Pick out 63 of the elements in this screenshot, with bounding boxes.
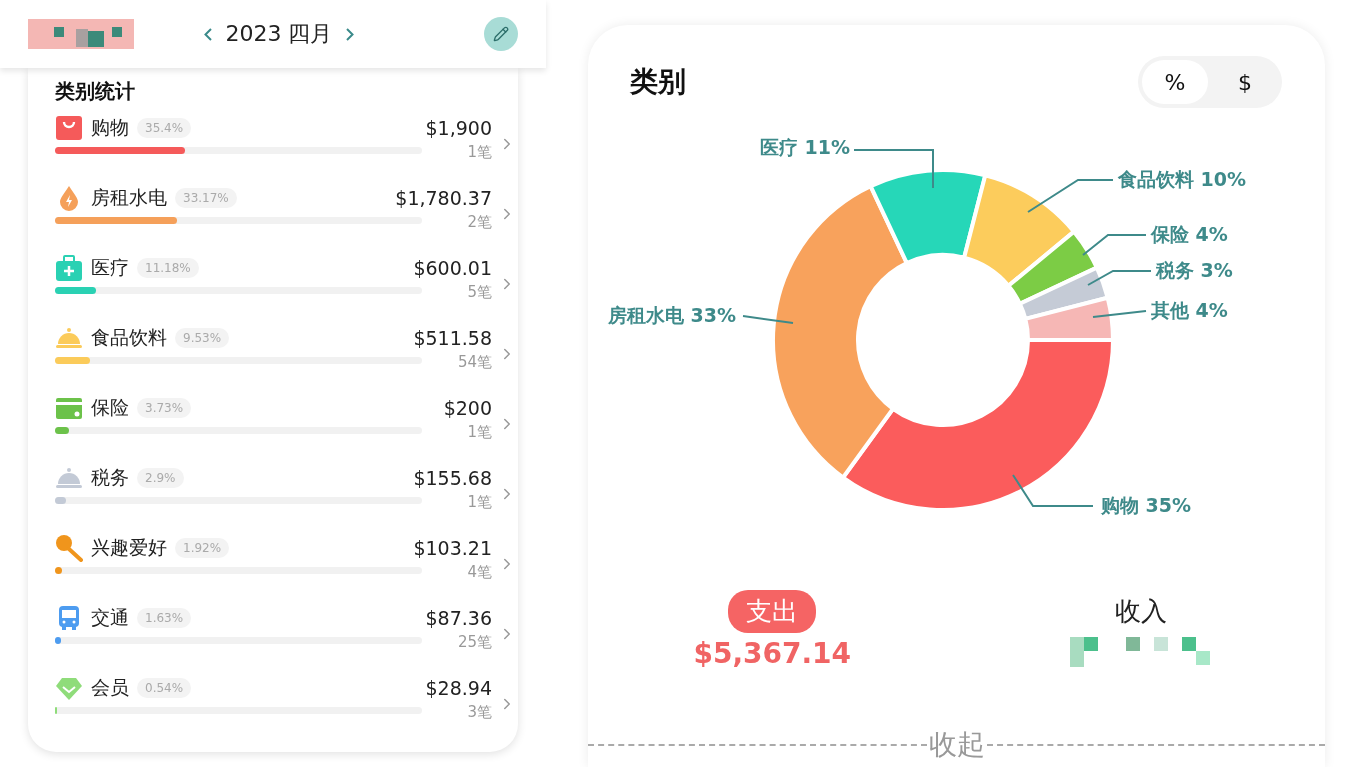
previous-month-button[interactable] bbox=[203, 27, 212, 41]
chevron-left-icon bbox=[203, 27, 212, 41]
percent-badge: 35.4% bbox=[137, 118, 192, 138]
category-name: 交通 bbox=[91, 605, 129, 630]
category-name: 税务 bbox=[91, 465, 129, 490]
category-name: 保险 bbox=[91, 395, 129, 420]
category-name: 购物 bbox=[91, 115, 129, 140]
slice-label: 食品饮料 10% bbox=[1118, 168, 1247, 190]
percent-badge: 1.63% bbox=[137, 608, 192, 628]
medical-kit-icon bbox=[55, 254, 83, 282]
record-count: 4笔 bbox=[467, 563, 492, 582]
shopping-bag-icon bbox=[55, 114, 83, 142]
slice-label: 税务 3% bbox=[1156, 259, 1233, 281]
slice-label: 其他 4% bbox=[1151, 299, 1228, 321]
category-amount: $1,900 bbox=[425, 116, 492, 141]
record-count: 1笔 bbox=[467, 143, 492, 162]
month-title: 2023 四月 bbox=[225, 20, 333, 48]
slice-label: 医疗 11% bbox=[759, 136, 850, 158]
edit-button[interactable] bbox=[484, 17, 518, 51]
category-amount: $200 bbox=[443, 396, 492, 421]
summary-amount: $5,367.14 bbox=[693, 637, 852, 670]
pencil-icon bbox=[493, 26, 509, 42]
percent-badge: 1.92% bbox=[175, 538, 230, 558]
slice-label: 购物 35% bbox=[1101, 494, 1192, 516]
next-month-button[interactable] bbox=[346, 27, 355, 41]
section-title: 类别统计 bbox=[55, 78, 136, 105]
category-amount: $87.36 bbox=[425, 606, 492, 631]
record-count: 1笔 bbox=[467, 493, 492, 512]
category-name: 食品饮料 bbox=[91, 325, 167, 350]
category-amount: $28.94 bbox=[425, 676, 492, 701]
percent-badge: 3.73% bbox=[137, 398, 192, 418]
category-amount: $103.21 bbox=[413, 536, 492, 561]
percent-badge: 33.17% bbox=[175, 188, 237, 208]
leader-line bbox=[1092, 310, 1147, 318]
slice-label: 保险 4% bbox=[1151, 223, 1228, 245]
record-count: 25笔 bbox=[457, 633, 492, 652]
chevron-right-icon bbox=[346, 27, 355, 41]
category-name: 房租水电 bbox=[91, 185, 167, 210]
unit-option[interactable]: % bbox=[1142, 60, 1208, 104]
category-amount: $155.68 bbox=[413, 466, 492, 491]
leader-line bbox=[742, 315, 794, 324]
record-count: 1笔 bbox=[467, 423, 492, 442]
percent-badge: 11.18% bbox=[137, 258, 199, 278]
record-count: 5笔 bbox=[467, 283, 492, 302]
category-name: 兴趣爱好 bbox=[91, 535, 167, 560]
record-count: 2笔 bbox=[467, 213, 492, 232]
record-count: 3笔 bbox=[467, 703, 492, 722]
record-count: 54笔 bbox=[457, 353, 492, 372]
microphone-icon bbox=[55, 534, 83, 562]
unit-option[interactable]: $ bbox=[1212, 60, 1278, 104]
percent-badge: 0.54% bbox=[137, 678, 192, 698]
category-name: 会员 bbox=[91, 675, 129, 700]
category-amount: $1,780.37 bbox=[395, 186, 492, 211]
percent-badge: 2.9% bbox=[137, 468, 184, 488]
panel-title: 类别 bbox=[630, 64, 686, 100]
summary-tab[interactable]: 收入 bbox=[1096, 590, 1185, 633]
leader-line bbox=[1087, 270, 1152, 286]
category-amount: $600.01 bbox=[413, 256, 492, 281]
leader-line bbox=[1082, 234, 1147, 256]
category-amount: $511.58 bbox=[413, 326, 492, 351]
percent-badge: 9.53% bbox=[175, 328, 230, 348]
category-name: 医疗 bbox=[91, 255, 129, 280]
slice-label: 房租水电 33% bbox=[607, 304, 736, 326]
